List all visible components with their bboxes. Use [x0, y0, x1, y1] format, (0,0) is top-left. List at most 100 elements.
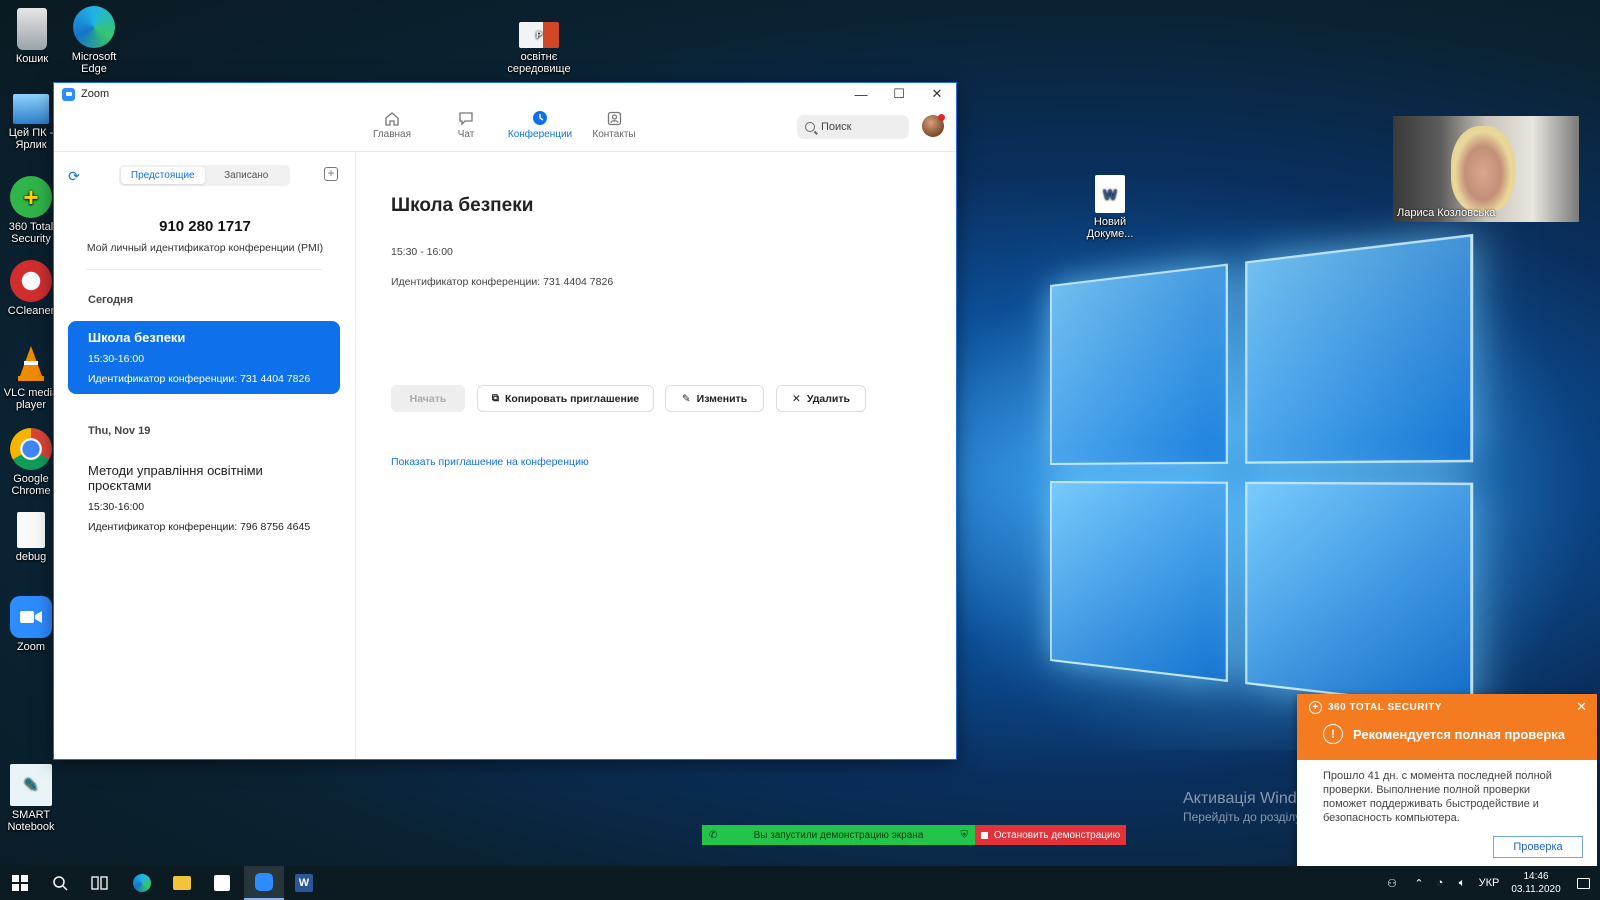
word-icon[interactable]: W — [284, 866, 324, 900]
pencil-icon: ✎ — [682, 393, 691, 405]
search-icon[interactable] — [40, 866, 80, 900]
meeting-title: Методи управління освітніми проєктами — [88, 463, 320, 493]
desktop-icon-label: CCleaner — [8, 305, 54, 317]
close-icon[interactable]: ✕ — [918, 83, 956, 105]
desktop-icon-label: Цей ПК - Ярлик — [9, 127, 54, 151]
zoom-titlebar[interactable]: Zoom — ☐ ✕ — [54, 83, 956, 105]
tab-meetings[interactable]: Конференции — [500, 109, 580, 140]
add-meeting-icon[interactable]: + — [324, 167, 338, 181]
segment-recorded[interactable]: Записано — [205, 167, 289, 184]
edge-icon[interactable] — [122, 866, 162, 900]
search-input[interactable]: Поиск — [797, 115, 909, 139]
language-indicator[interactable]: УКР — [1474, 866, 1504, 900]
copy-invitation-button[interactable]: ⧉ Копировать приглашение — [477, 385, 654, 412]
plus-shield-icon: + — [10, 176, 52, 218]
start-button[interactable]: Начать — [391, 385, 465, 412]
security-notification: + 360 TOTAL SECURITY ✕ ! Рекомендуется п… — [1297, 694, 1597, 866]
copy-icon: ⧉ — [492, 393, 499, 404]
shield-icon: ⛨ — [961, 830, 969, 841]
desktop-icon-chrome[interactable]: Google Chrome — [0, 428, 62, 497]
divider — [86, 269, 322, 270]
exclamation-icon: ! — [1323, 724, 1343, 744]
detail-title: Школа безпеки — [391, 195, 533, 217]
desktop-icon-360-security[interactable]: + 360 Total Security — [0, 176, 62, 245]
tab-contacts[interactable]: Контакты — [574, 109, 654, 140]
window-title: Zoom — [81, 88, 109, 100]
desktop-icon-recycle-bin[interactable]: Кошик — [1, 8, 63, 65]
desktop-icon-label: Microsoft Edge — [72, 51, 117, 75]
windows-icon — [12, 875, 28, 891]
edge-icon — [73, 6, 115, 48]
chat-icon — [456, 109, 476, 127]
desktop-icon-smart-notebook[interactable]: ✎ SMART Notebook — [0, 764, 62, 833]
desktop-icon-zoom[interactable]: Zoom — [0, 596, 62, 653]
notification-brand: + 360 TOTAL SECURITY — [1309, 701, 1442, 714]
people-icon[interactable]: ⚇ — [1378, 866, 1406, 900]
stop-share-button[interactable]: Остановить демонстрацию — [975, 825, 1126, 845]
edit-button[interactable]: ✎ Изменить — [665, 385, 764, 412]
tab-chat[interactable]: Чат — [426, 109, 506, 140]
maximize-icon[interactable]: ☐ — [880, 83, 918, 105]
wifi-icon[interactable]: ◔ — [1430, 866, 1450, 900]
avatar[interactable] — [922, 115, 944, 137]
notification-title: ! Рекомендуется полная проверка — [1323, 724, 1565, 744]
tab-label: Конференции — [508, 129, 572, 140]
desktop-icon-new-document[interactable]: W Новий Докуме... — [1078, 175, 1142, 240]
share-status-text: Вы запустили демонстрацию экрана — [754, 830, 924, 841]
desktop-icon-this-pc[interactable]: Цей ПК - Ярлик — [0, 94, 62, 151]
powerpoint-file-icon: P — [519, 22, 559, 48]
stop-icon — [981, 832, 988, 839]
desktop-icon-edge[interactable]: Microsoft Edge — [63, 6, 125, 75]
participant-video — [1451, 126, 1515, 212]
notification-title-text: Рекомендуется полная проверка — [1353, 727, 1565, 742]
desktop-icon-label: Google Chrome — [11, 473, 50, 497]
zoom-camera-icon — [10, 596, 52, 638]
task-view-icon[interactable] — [80, 866, 120, 900]
traffic-cone-icon — [10, 342, 52, 384]
button-label: Начать — [410, 393, 447, 405]
section-header-date: Thu, Nov 19 — [88, 425, 150, 437]
detail-meeting-id: Идентификатор конференции: 731 4404 7826 — [391, 276, 613, 288]
desktop-icon-label: SMART Notebook — [7, 809, 54, 833]
video-tile[interactable]: Лариса Козловська — [1393, 116, 1579, 222]
zoom-taskbar-icon[interactable] — [244, 866, 284, 900]
clock-date: 03.11.2020 — [1511, 883, 1560, 896]
meeting-id: Идентификатор конференции: 796 8756 4645 — [88, 521, 320, 533]
show-invitation-link[interactable]: Показать приглашение на конференцию — [391, 456, 589, 468]
file-explorer-icon[interactable] — [162, 866, 202, 900]
zoom-toolbar: Главная Чат Конференции Контакты Поиск — [54, 105, 956, 152]
smart-notebook-icon: ✎ — [10, 764, 52, 806]
clock[interactable]: 14:46 03.11.2020 — [1506, 866, 1566, 900]
meeting-card[interactable]: Методи управління освітніми проєктами 15… — [68, 454, 340, 542]
start-button[interactable] — [0, 866, 40, 900]
desktop-icon-debug[interactable]: debug — [0, 512, 62, 563]
desktop-icon-vlc[interactable]: VLC media player — [0, 342, 62, 411]
desktop-icon-label: 360 Total Security — [9, 221, 53, 245]
close-icon[interactable]: ✕ — [1576, 699, 1587, 715]
tab-home[interactable]: Главная — [352, 109, 432, 140]
minimize-icon[interactable]: — — [842, 83, 880, 105]
chevron-up-icon[interactable]: ⌃ — [1408, 866, 1430, 900]
pmi-number: 910 280 1717 — [54, 218, 356, 235]
desktop-icon-label: debug — [16, 551, 47, 563]
desktop-icon-osvitne[interactable]: P освітнє середовище — [507, 22, 571, 75]
desktop-icon-ccleaner[interactable]: CCleaner — [0, 260, 62, 317]
word-document-icon: W — [1095, 175, 1125, 213]
screen-share-bar: ✆ Вы запустили демонстрацию экрана ⛨ Ост… — [702, 825, 1126, 845]
speaker-icon[interactable]: 🔈︎ — [1450, 866, 1474, 900]
refresh-icon[interactable]: ⟳ — [68, 168, 80, 185]
search-placeholder: Поиск — [821, 121, 851, 133]
share-status[interactable]: ✆ Вы запустили демонстрацию экрана ⛨ — [702, 825, 975, 845]
home-icon — [382, 109, 402, 127]
phone-icon: ✆ — [709, 830, 717, 841]
ccleaner-icon — [10, 260, 52, 302]
scan-button[interactable]: Проверка — [1493, 836, 1583, 858]
store-icon[interactable] — [202, 866, 242, 900]
meeting-card-selected[interactable]: Школа безпеки 15:30-16:00 Идентификатор … — [68, 321, 340, 394]
desktop-icon-label: Кошик — [16, 53, 48, 65]
tab-label: Контакты — [592, 129, 635, 140]
action-center-icon[interactable] — [1568, 866, 1598, 900]
x-icon: ✕ — [792, 393, 801, 405]
delete-button[interactable]: ✕ Удалить — [776, 385, 866, 412]
segment-upcoming[interactable]: Предстоящие — [121, 167, 205, 184]
